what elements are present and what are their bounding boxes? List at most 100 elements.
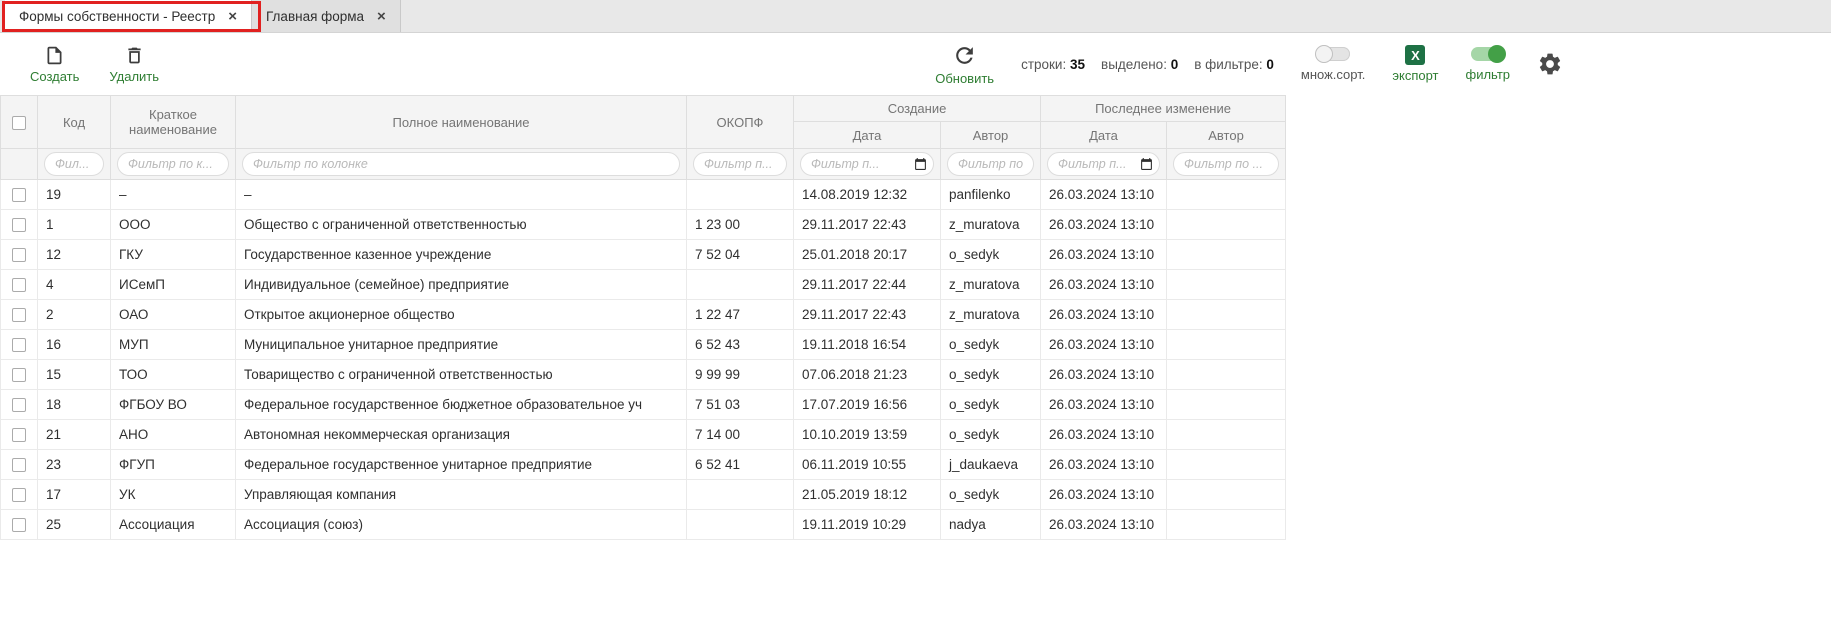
registry-table: Код Краткое наименование Полное наименов… bbox=[0, 95, 1286, 540]
filter-switch[interactable] bbox=[1471, 47, 1505, 61]
row-checkbox[interactable] bbox=[12, 218, 26, 232]
row-checkbox[interactable] bbox=[12, 518, 26, 532]
cell-code: 17 bbox=[38, 480, 111, 510]
cell-full-name: Федеральное государственное унитарное пр… bbox=[236, 450, 687, 480]
table-row[interactable]: 23 ФГУП Федеральное государственное унит… bbox=[1, 450, 1286, 480]
row-select-cell[interactable] bbox=[1, 300, 38, 330]
tab-label: Главная форма bbox=[266, 9, 364, 24]
cell-okopf: 1 22 47 bbox=[687, 300, 794, 330]
cell-code: 2 bbox=[38, 300, 111, 330]
col-header-modified-date[interactable]: Дата bbox=[1041, 122, 1167, 149]
col-header-okopf[interactable]: ОКОПФ bbox=[687, 96, 794, 149]
row-select-cell[interactable] bbox=[1, 360, 38, 390]
col-header-code[interactable]: Код bbox=[38, 96, 111, 149]
cell-created-date: 19.11.2019 10:29 bbox=[794, 510, 941, 540]
delete-button[interactable]: Удалить bbox=[109, 45, 159, 84]
settings-gear-icon[interactable] bbox=[1537, 51, 1563, 77]
row-checkbox[interactable] bbox=[12, 278, 26, 292]
row-select-cell[interactable] bbox=[1, 420, 38, 450]
table-row[interactable]: 1 ООО Общество с ограниченной ответствен… bbox=[1, 210, 1286, 240]
tab-close-icon[interactable]: × bbox=[377, 9, 386, 24]
row-select-cell[interactable] bbox=[1, 180, 38, 210]
table-row[interactable]: 19 – – 14.08.2019 12:32 panfilenko 26.03… bbox=[1, 180, 1286, 210]
filter-input-created-author[interactable] bbox=[947, 152, 1034, 176]
filter-input-full-name[interactable] bbox=[242, 152, 680, 176]
filter-input-short-name[interactable] bbox=[117, 152, 229, 176]
cell-modified-date: 26.03.2024 13:10 bbox=[1041, 420, 1167, 450]
row-select-cell[interactable] bbox=[1, 240, 38, 270]
cell-okopf: 9 99 99 bbox=[687, 360, 794, 390]
refresh-button[interactable]: Обновить bbox=[935, 43, 994, 86]
cell-okopf bbox=[687, 480, 794, 510]
row-checkbox[interactable] bbox=[12, 248, 26, 262]
table-row[interactable]: 18 ФГБОУ ВО Федеральное государственное … bbox=[1, 390, 1286, 420]
filter-toggle-label: фильтр bbox=[1466, 67, 1510, 82]
tab-label: Формы собственности - Реестр bbox=[19, 9, 215, 24]
cell-created-author: o_sedyk bbox=[941, 330, 1041, 360]
row-select-cell[interactable] bbox=[1, 270, 38, 300]
col-header-short-name[interactable]: Краткое наименование bbox=[111, 96, 236, 149]
tab-forms-registry[interactable]: Формы собственности - Реестр × bbox=[5, 0, 252, 32]
col-header-full-name[interactable]: Полное наименование bbox=[236, 96, 687, 149]
row-select-cell[interactable] bbox=[1, 390, 38, 420]
table-row[interactable]: 12 ГКУ Государственное казенное учрежден… bbox=[1, 240, 1286, 270]
table-row[interactable]: 25 Ассоциация Ассоциация (союз) 19.11.20… bbox=[1, 510, 1286, 540]
cell-full-name: Открытое акционерное общество bbox=[236, 300, 687, 330]
row-checkbox[interactable] bbox=[12, 308, 26, 322]
cell-full-name: – bbox=[236, 180, 687, 210]
row-checkbox[interactable] bbox=[12, 428, 26, 442]
cell-modified-author bbox=[1167, 240, 1286, 270]
row-checkbox[interactable] bbox=[12, 188, 26, 202]
table-row[interactable]: 16 МУП Муниципальное унитарное предприят… bbox=[1, 330, 1286, 360]
tab-main-form[interactable]: Главная форма × bbox=[252, 0, 401, 32]
filter-input-code[interactable] bbox=[44, 152, 104, 176]
row-select-cell[interactable] bbox=[1, 450, 38, 480]
cell-okopf: 1 23 00 bbox=[687, 210, 794, 240]
filter-cell-code bbox=[38, 149, 111, 180]
cell-code: 21 bbox=[38, 420, 111, 450]
filter-toggle[interactable]: фильтр bbox=[1466, 47, 1510, 82]
cell-created-author: z_muratova bbox=[941, 300, 1041, 330]
select-all-checkbox[interactable] bbox=[12, 116, 26, 130]
multisort-toggle[interactable]: множ.сорт. bbox=[1301, 47, 1365, 82]
row-checkbox[interactable] bbox=[12, 488, 26, 502]
row-select-cell[interactable] bbox=[1, 210, 38, 240]
row-select-cell[interactable] bbox=[1, 480, 38, 510]
filter-input-modified-author[interactable] bbox=[1173, 152, 1279, 176]
col-header-created-date[interactable]: Дата bbox=[794, 122, 941, 149]
filter-row bbox=[1, 149, 1286, 180]
cell-modified-author bbox=[1167, 270, 1286, 300]
cell-full-name: Автономная некоммерческая организация bbox=[236, 420, 687, 450]
table-row[interactable]: 17 УК Управляющая компания 21.05.2019 18… bbox=[1, 480, 1286, 510]
table-row[interactable]: 21 АНО Автономная некоммерческая организ… bbox=[1, 420, 1286, 450]
calendar-icon[interactable] bbox=[1140, 158, 1153, 171]
create-button[interactable]: Создать bbox=[30, 45, 79, 84]
row-checkbox[interactable] bbox=[12, 338, 26, 352]
cell-full-name: Управляющая компания bbox=[236, 480, 687, 510]
export-button[interactable]: X экспорт bbox=[1392, 45, 1438, 83]
row-select-cell[interactable] bbox=[1, 330, 38, 360]
cell-modified-date: 26.03.2024 13:10 bbox=[1041, 180, 1167, 210]
cell-code: 19 bbox=[38, 180, 111, 210]
group-header-creation: Создание bbox=[794, 96, 1041, 122]
col-header-created-author[interactable]: Автор bbox=[941, 122, 1041, 149]
calendar-icon[interactable] bbox=[914, 158, 927, 171]
row-select-cell[interactable] bbox=[1, 510, 38, 540]
cell-code: 23 bbox=[38, 450, 111, 480]
tab-close-icon[interactable]: × bbox=[228, 9, 237, 24]
row-checkbox[interactable] bbox=[12, 368, 26, 382]
table-row[interactable]: 15 ТОО Товарищество с ограниченной ответ… bbox=[1, 360, 1286, 390]
cell-created-author: o_sedyk bbox=[941, 360, 1041, 390]
table-row[interactable]: 4 ИСемП Индивидуальное (семейное) предпр… bbox=[1, 270, 1286, 300]
multisort-switch[interactable] bbox=[1316, 47, 1350, 61]
filter-input-okopf[interactable] bbox=[693, 152, 787, 176]
table-row[interactable]: 2 ОАО Открытое акционерное общество 1 22… bbox=[1, 300, 1286, 330]
cell-okopf bbox=[687, 510, 794, 540]
select-all-cell[interactable] bbox=[1, 96, 38, 149]
cell-modified-date: 26.03.2024 13:10 bbox=[1041, 270, 1167, 300]
excel-icon: X bbox=[1405, 45, 1425, 65]
refresh-button-label: Обновить bbox=[935, 71, 994, 86]
col-header-modified-author[interactable]: Автор bbox=[1167, 122, 1286, 149]
row-checkbox[interactable] bbox=[12, 398, 26, 412]
row-checkbox[interactable] bbox=[12, 458, 26, 472]
